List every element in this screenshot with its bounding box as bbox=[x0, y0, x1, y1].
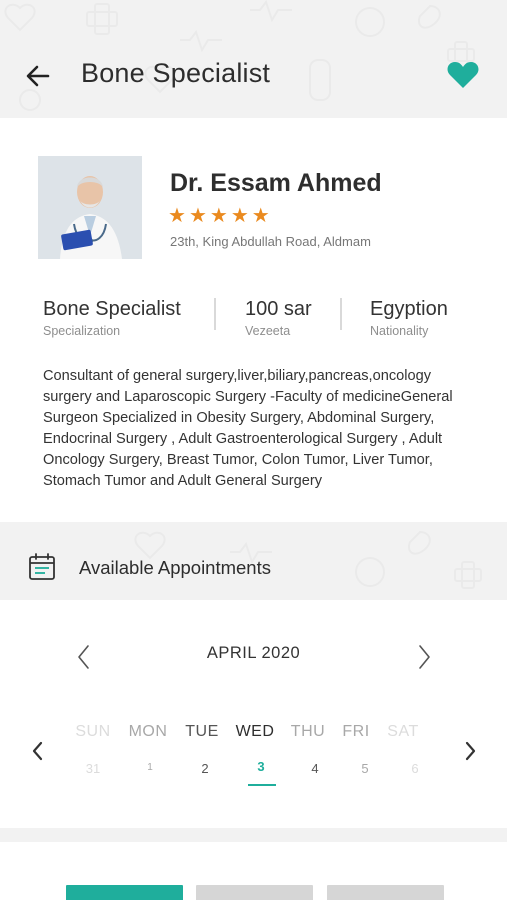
weekday-label: SAT bbox=[387, 723, 419, 740]
doctor-address: 23th, King Abdullah Road, Aldmam bbox=[170, 234, 371, 249]
chevron-right-icon bbox=[465, 741, 476, 761]
calendar-day[interactable]: 6 bbox=[385, 761, 445, 776]
time-slot-button[interactable] bbox=[66, 885, 183, 900]
stat-value: Bone Specialist bbox=[43, 298, 181, 320]
time-slot-button[interactable] bbox=[327, 885, 444, 900]
doctor-photo bbox=[38, 156, 142, 259]
doctor-bio: Consultant of general surgery,liver,bili… bbox=[43, 366, 483, 493]
stat-fee: 100 sar Vezeeta bbox=[245, 298, 312, 338]
stat-label: Vezeeta bbox=[245, 324, 291, 338]
stat-label: Nationality bbox=[370, 324, 429, 338]
heart-icon bbox=[447, 62, 479, 88]
star-icon: ★ bbox=[168, 205, 186, 227]
appointments-title: Available Appointments bbox=[79, 557, 271, 578]
calendar-day-selected[interactable]: 3 bbox=[231, 759, 291, 774]
chevron-right-icon bbox=[419, 645, 430, 669]
stat-value: 100 sar bbox=[245, 298, 312, 320]
stat-value: Egyption bbox=[370, 298, 448, 320]
star-icon: ★ bbox=[209, 205, 228, 227]
bio-line: Surgeon Specialized in Obesity Surgery, … bbox=[43, 410, 435, 427]
bio-line: Consultant of general surgery,liver,bili… bbox=[43, 368, 432, 384]
star-icon: ★ bbox=[188, 205, 207, 227]
bio-line: Endocrinal Surgery , Adult Gastroenterol… bbox=[43, 431, 443, 448]
app-header: Bone Specialist bbox=[0, 0, 507, 118]
weekday-label: MON bbox=[128, 723, 168, 740]
stat-divider bbox=[214, 298, 216, 330]
selected-day-indicator bbox=[248, 784, 276, 786]
weekday-label: TUE bbox=[185, 723, 219, 740]
stat-specialization: Bone Specialist Specialization bbox=[43, 298, 181, 338]
calendar-icon bbox=[29, 553, 55, 580]
doctor-profile: Dr. Essam Ahmed ★ ★ ★ ★ ★ 23th, King Abdulla… bbox=[0, 118, 507, 522]
chevron-left-icon bbox=[32, 741, 43, 761]
stat-divider bbox=[340, 298, 342, 330]
star-icon: ★ bbox=[230, 205, 249, 227]
stat-nationality: Egyption Nationality bbox=[370, 298, 448, 338]
bio-line: surgery and Laparoscopic Surgery -Facult… bbox=[43, 389, 453, 406]
time-slot-button[interactable] bbox=[196, 885, 313, 900]
weekday-label: WED bbox=[235, 723, 275, 740]
appointment-calendar: APRIL 2020 SUN MON TUE WED THU FRI SAT 3… bbox=[0, 600, 507, 828]
rating-stars: ★ ★ ★ ★ ★ bbox=[168, 206, 270, 226]
weekday-label: SUN bbox=[75, 723, 111, 740]
calendar-day[interactable]: 1 bbox=[120, 762, 180, 773]
next-month-button[interactable] bbox=[414, 642, 434, 672]
back-button[interactable] bbox=[22, 60, 54, 92]
bio-line: Stomach Tumor and Adult General Surgery bbox=[43, 473, 323, 490]
time-slots-area bbox=[0, 842, 507, 900]
previous-week-button[interactable] bbox=[28, 738, 48, 764]
star-icon: ★ bbox=[251, 205, 270, 227]
bio-line: Oncology Surgery, Breast Tumor, Colon Tu… bbox=[43, 452, 433, 469]
calendar-day[interactable]: 31 bbox=[63, 761, 123, 776]
calendar-day[interactable]: 2 bbox=[175, 761, 235, 776]
page-title: Bone Specialist bbox=[81, 58, 271, 88]
doctor-name: Dr. Essam Ahmed bbox=[170, 169, 382, 197]
section-divider bbox=[0, 828, 507, 842]
appointments-section-header: Available Appointments bbox=[0, 522, 507, 600]
arrow-left-icon bbox=[26, 65, 50, 87]
stat-label: Specialization bbox=[43, 324, 121, 338]
favorite-button[interactable] bbox=[446, 59, 480, 91]
next-week-button[interactable] bbox=[460, 738, 480, 764]
